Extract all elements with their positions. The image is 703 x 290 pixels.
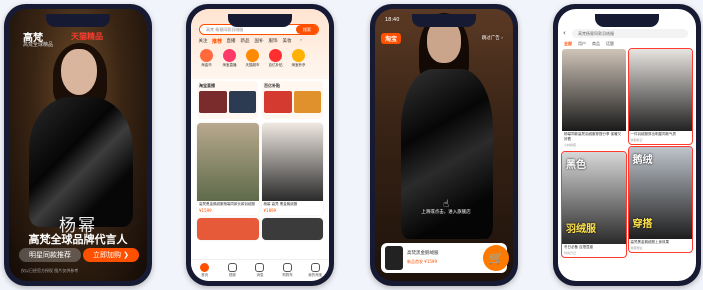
product-image bbox=[197, 123, 259, 201]
brand-subtitle: 高梵全球精品 bbox=[23, 42, 54, 48]
product-grid: 高梵黑金鹅绒服杨幂同款长款羽绒服 ¥1599 杨幂 高梵 黑金鹅绒服 ¥1899 bbox=[197, 123, 323, 240]
phone-video-ad: 18:40 淘宝 跳过广告 › ☝ 上滑或点击，进入旗舰店 高梵黑金鹅绒服 新品… bbox=[370, 4, 518, 286]
back-icon[interactable]: ‹ bbox=[563, 29, 566, 38]
tab-more[interactable]: › bbox=[295, 38, 307, 45]
video-icon bbox=[227, 263, 237, 272]
product-thumb bbox=[264, 91, 292, 113]
phone-ad-screen: 高梵 高梵全球精品 天猫精品 杨幂 高梵全球品牌代言人 明星同款推荐 立即加购 … bbox=[4, 4, 152, 286]
result-image bbox=[628, 49, 692, 131]
notch bbox=[228, 14, 292, 27]
product-thumb bbox=[199, 91, 227, 113]
bottom-nav: 首页 视频 消息 购物车 我的淘宝 bbox=[191, 259, 329, 281]
home-feed-screen: 高梵 杨幂同款羽绒服 搜索 关注 推荐 直播 新品 国补 服饰 美妆 › 淘金币… bbox=[191, 9, 329, 281]
shortcut-supermarket[interactable]: 天猫超市 bbox=[243, 49, 262, 68]
product-thumb bbox=[228, 91, 256, 113]
taobao-tag: 淘宝 bbox=[381, 33, 402, 44]
shortcut-live[interactable]: 淘宝直播 bbox=[220, 49, 239, 68]
live-box[interactable]: 淘宝直播 bbox=[197, 81, 258, 119]
product-image bbox=[261, 218, 323, 240]
tmall-logo: 天猫精品 bbox=[71, 32, 103, 41]
status-time: 18:40 bbox=[385, 17, 400, 23]
result-image: 鹅绒 穿搭 bbox=[628, 147, 692, 239]
notch bbox=[46, 14, 110, 27]
product-card[interactable] bbox=[197, 218, 259, 240]
home-icon bbox=[200, 263, 210, 272]
tab-all[interactable]: 全部 bbox=[564, 41, 572, 47]
tab-topics[interactable]: 话题 bbox=[606, 41, 614, 47]
supermarket-icon bbox=[246, 49, 259, 62]
nav-profile[interactable]: 我的淘宝 bbox=[306, 263, 324, 278]
shortcut-subsidy[interactable]: 百亿补贴 bbox=[266, 49, 285, 68]
result-card[interactable]: 杨幂同款高梵羽绒服穿搭分享 保暖又好看 小林穿搭 bbox=[562, 49, 626, 149]
coin-icon bbox=[200, 49, 213, 62]
result-grid: 杨幂同款高梵羽绒服穿搭分享 保暖又好看 小林穿搭 黑色 羽绒服 冬日必备 百搭显… bbox=[561, 48, 693, 258]
tab-new[interactable]: 新品 bbox=[239, 38, 251, 45]
swipe-hint: 上滑或点击，进入旗舰店 bbox=[421, 210, 471, 215]
recommend-button[interactable]: 明星同款推荐 bbox=[19, 248, 81, 262]
result-card-highlighted[interactable]: 鹅绒 穿搭 高梵黑金鹅绒服上身效果 穿搭博主 bbox=[627, 146, 693, 253]
product-image bbox=[261, 123, 323, 201]
product-price: 新品首发 ¥1599 bbox=[407, 259, 437, 264]
result-image bbox=[562, 49, 626, 131]
tab-users[interactable]: 用户 bbox=[578, 41, 586, 47]
cart-icon[interactable]: 🛒 bbox=[483, 245, 509, 271]
shortcut-icons: 淘金币 淘宝直播 天猫超市 百亿补贴 淘宝秒杀 bbox=[197, 49, 308, 68]
tab-subsidy[interactable]: 国补 bbox=[253, 38, 265, 45]
model-coat bbox=[29, 97, 133, 227]
search-button[interactable]: 搜索 bbox=[296, 25, 318, 34]
result-card-highlighted[interactable]: 一件羽绒服穿出明星同款气质 衣橱笔记 bbox=[627, 48, 693, 145]
profile-icon bbox=[310, 263, 320, 272]
subsidy-box[interactable]: 百亿补贴 bbox=[262, 81, 323, 119]
nav-video[interactable]: 视频 bbox=[223, 263, 241, 278]
phone-home-feed: 高梵 杨幂同款羽绒服 搜索 关注 推荐 直播 新品 国补 服饰 美妆 › 淘金币… bbox=[186, 4, 334, 286]
tab-recommend[interactable]: 推荐 bbox=[211, 38, 223, 45]
result-card-highlighted[interactable]: 黑色 羽绒服 冬日必备 百搭显瘦 时尚日记 bbox=[561, 151, 627, 258]
nav-messages[interactable]: 消息 bbox=[251, 263, 269, 278]
product-card[interactable]: 高梵黑金鹅绒服杨幂同款长款羽绒服 ¥1599 bbox=[197, 123, 259, 215]
nav-cart[interactable]: 购物车 bbox=[279, 263, 297, 278]
video-ad-screen: 18:40 淘宝 跳过广告 › ☝ 上滑或点击，进入旗舰店 高梵黑金鹅绒服 新品… bbox=[375, 9, 513, 281]
model-face bbox=[61, 49, 97, 95]
notch bbox=[595, 14, 659, 27]
product-card[interactable] bbox=[261, 218, 323, 240]
category-tabs: 关注 推荐 直播 新品 国补 服饰 美妆 › bbox=[197, 38, 307, 45]
tab-follow[interactable]: 关注 bbox=[197, 38, 209, 45]
live-icon bbox=[223, 49, 236, 62]
tab-beauty[interactable]: 美妆 bbox=[281, 38, 293, 45]
phone-search-results: ‹ 高梵杨幂同款羽绒服 全部 用户 商品 话题 杨幂同款高梵羽绒服穿搭分享 保暖… bbox=[553, 4, 701, 286]
shortcut-flash-sale[interactable]: 淘宝秒杀 bbox=[289, 49, 308, 68]
product-card[interactable]: 杨幂 高梵 黑金鹅绒服 ¥1899 bbox=[261, 123, 323, 215]
notch bbox=[412, 14, 476, 27]
search-input[interactable]: 高梵杨幂同款羽绒服 bbox=[572, 29, 688, 38]
tab-products[interactable]: 商品 bbox=[592, 41, 600, 47]
product-image bbox=[197, 218, 259, 240]
result-image: 黑色 羽绒服 bbox=[562, 152, 626, 244]
search-results-screen: ‹ 高梵杨幂同款羽绒服 全部 用户 商品 话题 杨幂同款高梵羽绒服穿搭分享 保暖… bbox=[558, 9, 696, 281]
product-card[interactable]: 高梵黑金鹅绒服 新品首发 ¥1599 🛒 bbox=[381, 243, 509, 273]
add-to-cart-button[interactable]: 立即加购 ❯ bbox=[83, 248, 139, 262]
cart-icon bbox=[283, 263, 293, 272]
ad-screen: 高梵 高梵全球精品 天猫精品 杨幂 高梵全球品牌代言人 明星同款推荐 立即加购 … bbox=[9, 9, 147, 281]
message-icon bbox=[255, 263, 265, 272]
product-thumbnail bbox=[385, 246, 403, 270]
tab-apparel[interactable]: 服饰 bbox=[267, 38, 279, 45]
nav-home[interactable]: 首页 bbox=[196, 263, 214, 278]
flash-sale-icon bbox=[292, 49, 305, 62]
skip-ad-button[interactable]: 跳过广告 › bbox=[482, 35, 503, 41]
subsidy-icon bbox=[269, 49, 282, 62]
product-thumb bbox=[293, 91, 321, 113]
promo-row: 淘宝直播 百亿补贴 bbox=[197, 81, 323, 119]
ad-slogan: 高梵全球品牌代言人 bbox=[28, 233, 128, 246]
fine-print: 仅以已经官方授权 图片仅供参考 bbox=[21, 268, 79, 273]
result-tabs: 全部 用户 商品 话题 bbox=[564, 41, 614, 47]
shortcut-coins[interactable]: 淘金币 bbox=[197, 49, 216, 68]
tab-live[interactable]: 直播 bbox=[225, 38, 237, 45]
product-title: 高梵黑金鹅绒服 bbox=[407, 251, 439, 256]
